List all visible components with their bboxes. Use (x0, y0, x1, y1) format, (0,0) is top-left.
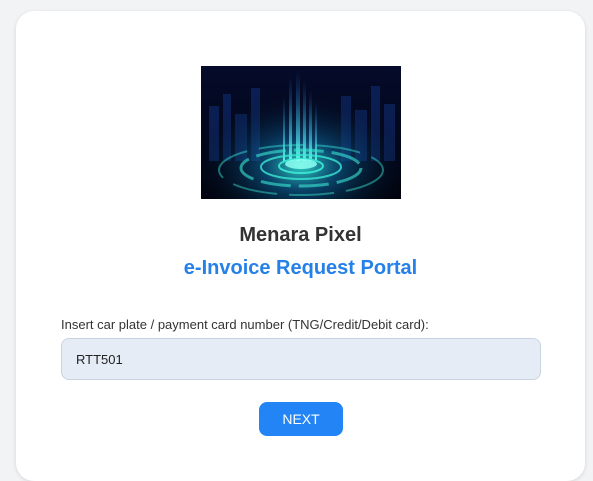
request-card: Menara Pixel e-Invoice Request Portal In… (16, 11, 585, 481)
next-button[interactable]: NEXT (259, 402, 343, 436)
tech-hologram-icon (201, 66, 401, 199)
building-name: Menara Pixel (239, 224, 362, 246)
plate-number-input[interactable] (61, 338, 541, 380)
plate-field-label: Insert car plate / payment card number (… (61, 317, 429, 332)
portal-title: e-Invoice Request Portal (183, 257, 418, 279)
hero-image (201, 66, 401, 199)
